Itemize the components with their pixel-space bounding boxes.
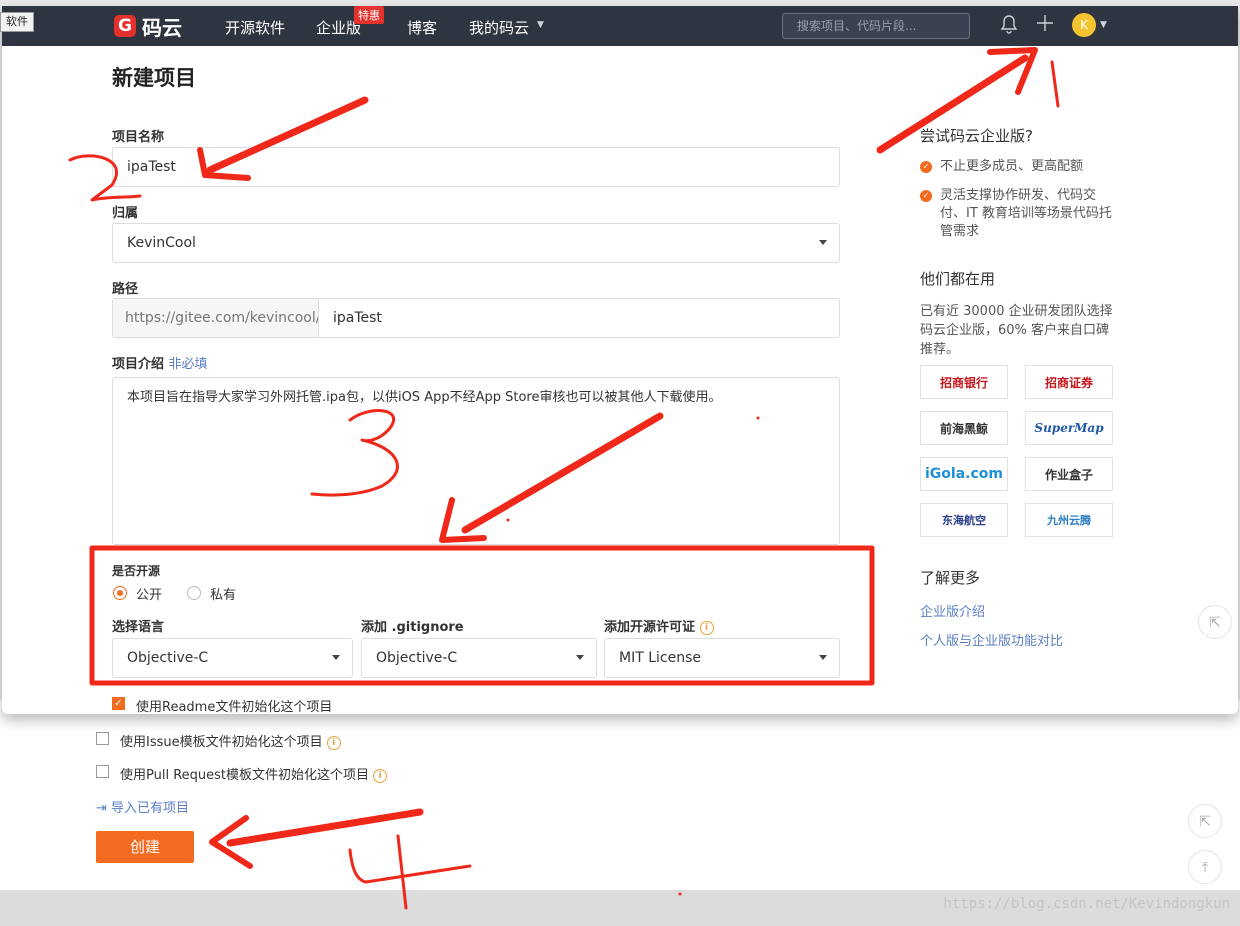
avatar[interactable]: K [1072,13,1096,37]
link-enterprise-intro[interactable]: 企业版介绍 [920,601,985,620]
info-icon[interactable]: i [326,735,341,750]
logo-zuoyehezi: 作业盒子 [1025,457,1113,491]
public-radio[interactable] [113,586,127,600]
browser-window: G 码云 开源软件 企业版 特惠 博客 我的码云 ▼ 搜索项目、代码片段... … [2,6,1238,714]
pr-checkbox[interactable] [96,765,109,778]
desc-label: 项目介绍 非必填 [112,353,208,372]
share-icon-lower[interactable]: ⇱ [1188,804,1222,838]
owner-select[interactable]: KevinCool [112,223,840,263]
private-radio[interactable] [187,586,201,600]
gitignore-select[interactable]: Objective-C [361,638,597,678]
top-navbar: G 码云 开源软件 企业版 特惠 博客 我的码云 ▼ 搜索项目、代码片段... … [2,6,1238,46]
license-label-text: 添加开源许可证 [604,620,696,635]
issue-label-text: 使用Issue模板文件初始化这个项目 [120,735,323,750]
search-input[interactable]: 搜索项目、代码片段... [782,13,970,39]
name-label: 项目名称 [112,130,165,145]
owner-label: 归属 [112,206,139,221]
info-icon[interactable]: i [699,620,714,635]
plus-icon[interactable] [1036,14,1054,37]
description-textarea[interactable]: 本项目旨在指导大家学习外网托管.ipa包，以供iOS App不经App Stor… [112,377,840,545]
logo-donghai: 东海航空 [920,503,1008,537]
corner-tag: 软件 [0,12,34,32]
chevron-down-icon [819,240,827,245]
license-label: 添加开源许可证 i [604,616,714,635]
gitignore-select-value: Objective-C [376,650,458,666]
import-icon: ⇥ [96,801,107,816]
watermark: https://blog.csdn.net/Kevindongkun [943,896,1230,912]
info-icon[interactable]: i [373,768,388,783]
license-select[interactable]: MIT License [604,638,840,678]
nav-my-gitee[interactable]: 我的码云 [469,17,529,38]
sidebar-bullet-1-text: 不止更多成员、更高配额 [940,159,1084,174]
nav-open-source[interactable]: 开源软件 [225,17,285,38]
check-icon: ✓ [920,161,932,173]
logo-text: 码云 [142,15,182,40]
logo-igola: iGola.com [920,457,1008,491]
logo-qianhai: 前海黑鲸 [920,411,1008,445]
project-name-input[interactable]: ipaTest [112,147,840,187]
logo-cmb: 招商银行 [920,365,1008,399]
link-compare[interactable]: 个人版与企业版功能对比 [920,630,1063,649]
bell-icon[interactable] [1000,14,1018,39]
sidebar-bullet-2-text: 灵活支撑协作研发、代码交付、IT 教育培训等场景代码托管需求 [940,188,1112,239]
avatar-chevron-down-icon[interactable]: ▼ [1100,20,1107,30]
path-input[interactable]: ipaTest [318,298,840,338]
path-label: 路径 [112,282,139,297]
sidebar-bullet-1: ✓ 不止更多成员、更高配额 [920,158,1116,176]
pr-label-text: 使用Pull Request模板文件初始化这个项目 [120,768,370,783]
share-icon[interactable]: ⇱ [1198,605,1232,639]
public-radio-label: 公开 [136,588,163,603]
path-prefix: https://gitee.com/kevincool/ [112,298,320,338]
logo-supermap: SuperMap [1025,411,1113,445]
pr-label: 使用Pull Request模板文件初始化这个项目 i [120,764,388,783]
language-select[interactable]: Objective-C [112,638,353,678]
private-radio-label: 私有 [210,588,237,603]
logo-jiuzhou: 九州云腾 [1025,503,1113,537]
license-select-value: MIT License [619,650,701,666]
language-label: 选择语言 [112,620,165,635]
sidebar-using-text: 已有近 30000 企业研发团队选择码云企业版，60% 客户来自口碑推荐。 [920,304,1113,357]
desc-optional: 非必填 [168,357,208,372]
promo-badge: 特惠 [354,6,384,24]
sidebar-bullet-2: ✓ 灵活支撑协作研发、代码交付、IT 教育培训等场景代码托管需求 [920,187,1116,241]
nav-blog[interactable]: 博客 [407,17,437,38]
chevron-down-icon[interactable]: ▼ [537,20,544,30]
language-select-value: Objective-C [127,650,209,666]
page-title: 新建项目 [112,66,196,90]
sidebar-more-title: 了解更多 [920,569,981,587]
import-link[interactable]: ⇥ 导入已有项目 [96,797,189,816]
check-icon: ✓ [920,190,932,202]
import-link-text: 导入已有项目 [111,801,190,816]
readme-checkbox[interactable]: ✓ [112,697,125,710]
chevron-down-icon [332,655,340,660]
owner-select-value: KevinCool [127,235,196,251]
sidebar-try-title: 尝试码云企业版? [920,127,1033,145]
chevron-down-icon [576,655,584,660]
open-source-label: 是否开源 [112,564,161,578]
logo-cms: 招商证券 [1025,365,1113,399]
logo-mark-icon: G [114,15,136,37]
sidebar-using-title: 他们都在用 [920,270,996,288]
chevron-down-icon [819,655,827,660]
issue-checkbox[interactable] [96,732,109,745]
gitignore-label: 添加 .gitignore [361,620,464,635]
readme-label: 使用Readme文件初始化这个项目 [136,700,333,714]
issue-label: 使用Issue模板文件初始化这个项目 i [120,731,341,750]
desc-label-text: 项目介绍 [112,357,165,372]
create-button[interactable]: 创建 [96,831,194,863]
gitee-logo[interactable]: G 码云 [114,12,182,40]
back-to-top-icon[interactable]: ⤒ [1188,850,1222,884]
